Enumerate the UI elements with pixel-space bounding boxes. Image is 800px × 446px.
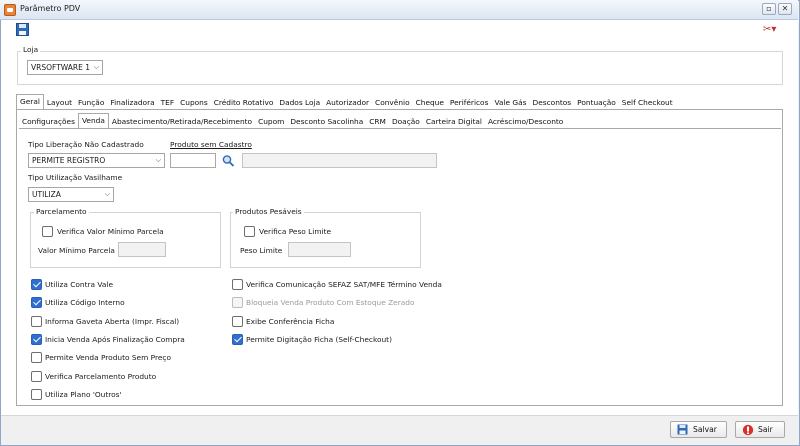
footer-bar: Salvar Sair: [1, 415, 798, 445]
save-toolbar-button[interactable]: [16, 23, 30, 36]
valor-minimo-label: Valor Mínimo Parcela: [38, 246, 115, 255]
tab-cupons[interactable]: Cupons: [177, 96, 211, 110]
chevron-down-icon: ⌵: [104, 190, 110, 198]
checkbox-checks_right-0[interactable]: [232, 279, 243, 290]
save-button[interactable]: Salvar: [670, 421, 727, 438]
exit-icon: [742, 424, 754, 436]
produtos-pesaveis-group: [230, 212, 421, 268]
checkbox-checks_left-0[interactable]: [31, 279, 42, 290]
checkbox-checks_left-5[interactable]: [31, 370, 42, 382]
peso-limite-label: Peso Limite: [240, 246, 283, 255]
tab-descontos[interactable]: Descontos: [530, 96, 575, 110]
floppy-disk-icon: [16, 23, 29, 36]
title-bar: Parâmetro PDV ▫ ✕: [0, 0, 798, 20]
loja-group: [17, 51, 783, 85]
tools-icon: ✂▾: [763, 24, 777, 35]
chevron-down-icon: ⌵: [155, 156, 161, 164]
tab-perif-ricos[interactable]: Periféricos: [447, 96, 492, 110]
checkbox-label-checks_left-6: Utiliza Plano 'Outros': [45, 389, 122, 399]
subtab-acr-scimo-desconto[interactable]: Acréscimo/Desconto: [485, 115, 566, 129]
produto-codigo-input[interactable]: [170, 153, 216, 168]
subtab-venda[interactable]: Venda: [77, 113, 109, 128]
tab-autorizador[interactable]: Autorizador: [323, 96, 372, 110]
exit-button-label: Sair: [758, 425, 773, 434]
tab-finalizadora[interactable]: Finalizadora: [107, 96, 157, 110]
valor-minimo-input: [118, 242, 166, 257]
tab-dados-loja[interactable]: Dados Loja: [276, 96, 323, 110]
checkbox-label-checks_left-5: Verifica Parcelamento Produto: [45, 371, 157, 381]
checkbox-label-checks_right-3: Permite Digitação Ficha (Self-Checkout): [246, 334, 392, 344]
subtab-divider: [19, 128, 781, 129]
tab-divider: [16, 109, 782, 110]
tipo-liberacao-select[interactable]: PERMITE REGISTRO ⌵: [28, 153, 165, 168]
chevron-down-icon: ⌵: [93, 63, 99, 71]
peso-limite-input: [288, 242, 351, 257]
tab-layout[interactable]: Layout: [44, 96, 75, 110]
subtab-doa-o[interactable]: Doação: [389, 115, 423, 129]
parcelamento-title: Parcelamento: [34, 207, 89, 216]
verifica-peso-checkbox[interactable]: [244, 226, 255, 237]
tab-fun-o[interactable]: Função: [75, 96, 107, 110]
checkbox-checks_left-3[interactable]: [31, 333, 42, 345]
checkbox-label-checks_left-2: Informa Gaveta Aberta (Impr. Fiscal): [45, 316, 180, 326]
produto-sem-cadastro-link[interactable]: Produto sem Cadastro: [170, 140, 252, 149]
window-title: Parâmetro PDV: [20, 4, 81, 13]
checkbox-label-checks_right-0: Verifica Comunicação SEFAZ SAT/MFE Térmi…: [246, 280, 442, 289]
tipo-vasilhame-label: Tipo Utilização Vasilhame: [28, 173, 123, 182]
tab-vale-g-s[interactable]: Vale Gás: [491, 96, 529, 110]
exit-button[interactable]: Sair: [735, 421, 785, 438]
sub-tab-bar: Configurações Venda Abastecimento/Retirada…: [19, 113, 566, 129]
checkbox-checks_left-4[interactable]: [31, 352, 42, 364]
loja-selected-value: VRSOFTWARE 1: [31, 63, 91, 72]
verifica-valor-minimo-label: Verifica Valor Mínimo Parcela: [57, 227, 164, 236]
minimize-button[interactable]: ▫: [762, 3, 776, 15]
produtos-pesaveis-title: Produtos Pesáveis: [233, 207, 304, 216]
produto-descricao-field: [242, 153, 437, 168]
tipo-liberacao-value: PERMITE REGISTRO: [32, 156, 106, 165]
tipo-vasilhame-value: UTILIZA: [32, 190, 61, 199]
floppy-disk-icon: [677, 424, 688, 435]
subtab-abastecimento-retirada-recebimento[interactable]: Abastecimento/Retirada/Recebimento: [109, 115, 255, 129]
tipo-liberacao-label: Tipo Liberação Não Cadastrado: [28, 140, 144, 149]
checkbox-checks_right-1: [232, 297, 243, 309]
checkbox-checks_left-1[interactable]: [31, 297, 42, 309]
verifica-peso-label: Verifica Peso Limite: [259, 227, 332, 236]
tab-cr-dito-rotativo[interactable]: Crédito Rotativo: [211, 96, 277, 110]
checkbox-label-checks_left-0: Utiliza Contra Vale: [45, 280, 114, 289]
subtab-configura-es[interactable]: Configurações: [19, 115, 78, 129]
tab-pontua-o[interactable]: Pontuação: [574, 96, 619, 110]
main-tab-bar: Geral Layout Função Finalizadora TEF Cupons Cr…: [16, 94, 676, 110]
loja-select[interactable]: VRSOFTWARE 1 ⌵: [27, 60, 103, 75]
tab-conv-nio[interactable]: Convênio: [372, 96, 413, 110]
checkbox-label-checks_right-1: Bloqueia Venda Produto Com Estoque Zerad…: [246, 298, 415, 308]
tab-geral[interactable]: Geral: [16, 94, 44, 109]
checkbox-label-checks_left-3: Inicia Venda Após Finalização Compra: [45, 334, 185, 344]
app-icon: [4, 4, 16, 16]
checkbox-checks_right-2[interactable]: [232, 315, 243, 327]
subtab-carteira-digital[interactable]: Carteira Digital: [423, 115, 485, 129]
close-icon: ✕: [781, 4, 789, 13]
loja-label: Loja: [21, 45, 41, 54]
checkbox-checks_left-2[interactable]: [31, 315, 42, 327]
tools-menu-button[interactable]: ✂▾: [763, 24, 785, 36]
subtab-crm[interactable]: CRM: [366, 115, 389, 129]
verifica-valor-minimo-checkbox[interactable]: [42, 226, 53, 237]
checkbox-label-checks_left-4: Permite Venda Produto Sem Preço: [45, 353, 171, 363]
tipo-vasilhame-select[interactable]: UTILIZA ⌵: [28, 187, 114, 202]
checkbox-label-checks_right-2: Exibe Conferência Ficha: [246, 316, 335, 326]
subtab-desconto-sacolinha[interactable]: Desconto Sacolinha: [287, 115, 366, 129]
magnifier-icon: [222, 155, 235, 167]
tab-self-checkout[interactable]: Self Checkout: [619, 96, 676, 110]
checkbox-checks_right-3[interactable]: [232, 333, 243, 345]
search-product-button[interactable]: [221, 154, 235, 167]
checkbox-checks_left-6[interactable]: [31, 388, 42, 400]
tab-cheque[interactable]: Cheque: [413, 96, 447, 110]
save-button-label: Salvar: [693, 425, 717, 434]
tab-tef[interactable]: TEF: [158, 96, 177, 110]
parcelamento-group: [30, 212, 221, 268]
subtab-cupom[interactable]: Cupom: [255, 115, 287, 129]
close-button[interactable]: ✕: [778, 3, 792, 15]
minimize-icon: ▫: [766, 4, 772, 13]
checkbox-label-checks_left-1: Utiliza Código Interno: [45, 298, 125, 308]
